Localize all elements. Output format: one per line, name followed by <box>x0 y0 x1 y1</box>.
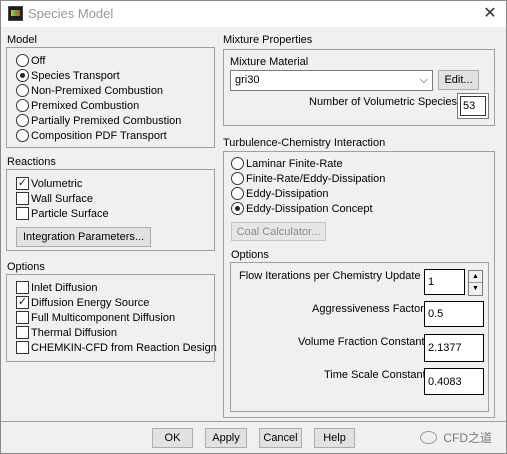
checkbox-full-multicomponent[interactable] <box>16 311 29 324</box>
model-option-species-transport[interactable]: Species Transport <box>16 69 120 82</box>
help-button[interactable]: Help <box>314 428 355 448</box>
checkbox-thermal-diffusion[interactable] <box>16 326 29 339</box>
radio-finite-rate-eddy[interactable] <box>231 172 244 185</box>
model-option-off[interactable]: Off <box>16 54 45 67</box>
radio-premixed[interactable] <box>16 99 29 112</box>
model-option-label: Composition PDF Transport <box>31 129 167 142</box>
mixture-material-label: Mixture Material <box>230 56 309 68</box>
aggressiveness-factor-label: Aggressiveness Factor <box>312 303 424 315</box>
option-thermal-diffusion[interactable]: Thermal Diffusion <box>16 326 117 339</box>
flow-iterations-label: Flow Iterations per Chemistry Update <box>239 270 421 282</box>
checkbox-inlet-diffusion[interactable] <box>16 281 29 294</box>
integration-parameters-button[interactable]: Integration Parameters... <box>16 227 151 247</box>
watermark: CFD之道 <box>420 429 492 446</box>
tci-option-label: Finite-Rate/Eddy-Dissipation <box>246 172 386 185</box>
aggressiveness-factor-input[interactable]: 0.5 <box>424 301 484 327</box>
model-heading: Model <box>7 34 37 46</box>
window-title: Species Model <box>28 6 114 21</box>
model-option-partially-premixed[interactable]: Partially Premixed Combustion <box>16 114 181 127</box>
title-bar[interactable]: Species Model ✕ <box>1 1 506 27</box>
radio-eddy-dissipation-concept[interactable] <box>231 202 244 215</box>
option-label: CHEMKIN-CFD from Reaction Design <box>31 341 217 354</box>
edit-mixture-button[interactable]: Edit... <box>438 70 479 90</box>
mixture-heading: Mixture Properties <box>223 34 313 46</box>
tci-heading: Turbulence-Chemistry Interaction <box>223 137 386 149</box>
model-option-label: Off <box>31 54 46 67</box>
option-label: Inlet Diffusion <box>31 281 98 294</box>
checkbox-volumetric[interactable]: ✓ <box>16 177 29 190</box>
tci-option-eddy-dissipation[interactable]: Eddy-Dissipation <box>231 187 329 200</box>
wechat-icon <box>420 431 438 444</box>
checkbox-chemkin-cfd[interactable] <box>16 341 29 354</box>
volume-fraction-constant-input[interactable]: 2.1377 <box>424 334 484 362</box>
option-full-multicomponent-diffusion[interactable]: Full Multicomponent Diffusion <box>16 311 175 324</box>
radio-laminar-finite-rate[interactable] <box>231 157 244 170</box>
spin-down-icon[interactable]: ▼ <box>469 283 482 295</box>
option-chemkin-cfd[interactable]: CHEMKIN-CFD from Reaction Design <box>16 341 217 354</box>
options-right-heading: Options <box>231 249 269 261</box>
flow-iterations-input[interactable]: 1 <box>424 269 465 295</box>
option-label: Thermal Diffusion <box>31 326 117 339</box>
flow-iterations-spinner[interactable]: ▲ ▼ <box>468 270 483 296</box>
checkbox-diffusion-energy-source[interactable]: ✓ <box>16 296 29 309</box>
mixture-material-value: gri30 <box>235 74 260 86</box>
option-label: Diffusion Energy Source <box>31 296 150 309</box>
reaction-particle-surface[interactable]: Particle Surface <box>16 207 109 220</box>
tci-option-label: Eddy-Dissipation <box>246 187 329 200</box>
radio-composition-pdf[interactable] <box>16 129 29 142</box>
coal-calculator-button[interactable]: Coal Calculator... <box>231 222 326 241</box>
radio-off[interactable] <box>16 54 29 67</box>
model-option-label: Premixed Combustion <box>31 99 140 112</box>
watermark-text: CFD之道 <box>443 431 492 445</box>
option-label: Full Multicomponent Diffusion <box>31 311 176 324</box>
tci-option-label: Eddy-Dissipation Concept <box>246 202 373 215</box>
spin-up-icon[interactable]: ▲ <box>469 271 482 283</box>
species-model-dialog: Species Model ✕ Model Off Species Transp… <box>0 0 507 454</box>
num-species-label: Number of Volumetric Species <box>309 96 457 108</box>
checkbox-wall-surface[interactable] <box>16 192 29 205</box>
reaction-label: Volumetric <box>31 177 83 190</box>
reaction-volumetric[interactable]: ✓ Volumetric <box>16 177 82 190</box>
reaction-label: Particle Surface <box>31 207 109 220</box>
radio-non-premixed[interactable] <box>16 84 29 97</box>
footer-divider <box>1 421 506 422</box>
volume-fraction-constant-label: Volume Fraction Constant <box>298 336 425 348</box>
radio-partially-premixed[interactable] <box>16 114 29 127</box>
fluent-app-icon <box>8 6 23 21</box>
radio-eddy-dissipation[interactable] <box>231 187 244 200</box>
close-icon[interactable]: ✕ <box>479 3 501 25</box>
num-species-field: 53 <box>457 93 489 119</box>
time-scale-constant-label: Time Scale Constant <box>324 369 426 381</box>
ok-button[interactable]: OK <box>152 428 193 448</box>
tci-option-eddy-dissipation-concept[interactable]: Eddy-Dissipation Concept <box>231 202 373 215</box>
model-option-composition-pdf[interactable]: Composition PDF Transport <box>16 129 167 142</box>
num-species-value: 53 <box>460 96 486 116</box>
chevron-down-icon: ⌵ <box>419 74 428 86</box>
checkbox-particle-surface[interactable] <box>16 207 29 220</box>
option-inlet-diffusion[interactable]: Inlet Diffusion <box>16 281 97 294</box>
tci-option-finite-rate-eddy[interactable]: Finite-Rate/Eddy-Dissipation <box>231 172 385 185</box>
model-option-label: Non-Premixed Combustion <box>31 84 164 97</box>
tci-option-label: Laminar Finite-Rate <box>246 157 343 170</box>
option-diffusion-energy-source[interactable]: ✓ Diffusion Energy Source <box>16 296 149 309</box>
reaction-label: Wall Surface <box>31 192 93 205</box>
model-option-label: Partially Premixed Combustion <box>31 114 182 127</box>
reactions-heading: Reactions <box>7 156 56 168</box>
model-option-label: Species Transport <box>31 69 120 82</box>
reaction-wall-surface[interactable]: Wall Surface <box>16 192 93 205</box>
model-option-non-premixed[interactable]: Non-Premixed Combustion <box>16 84 163 97</box>
mixture-material-dropdown[interactable]: gri30 ⌵ <box>230 70 433 91</box>
tci-option-laminar-finite-rate[interactable]: Laminar Finite-Rate <box>231 157 343 170</box>
time-scale-constant-input[interactable]: 0.4083 <box>424 368 484 395</box>
options-left-heading: Options <box>7 261 45 273</box>
cancel-button[interactable]: Cancel <box>259 428 302 448</box>
apply-button[interactable]: Apply <box>205 428 247 448</box>
radio-species-transport[interactable] <box>16 69 29 82</box>
model-option-premixed[interactable]: Premixed Combustion <box>16 99 139 112</box>
